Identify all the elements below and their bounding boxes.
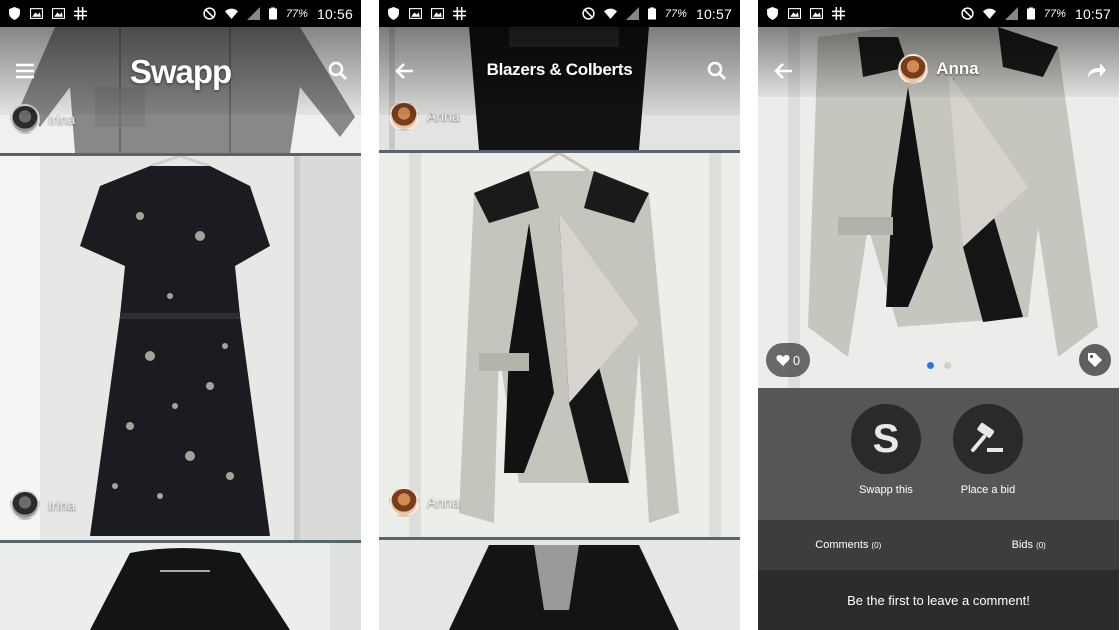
listing-photo[interactable]: [379, 540, 740, 630]
seller-name: Anna: [427, 494, 460, 510]
battery-percent: 77%: [1043, 7, 1066, 20]
hash-icon: [453, 7, 466, 20]
empty-comment-text: Be the first to leave a comment!: [847, 592, 1030, 608]
swapp-this-button[interactable]: S Swapp this: [841, 404, 931, 496]
signal-icon: [625, 7, 639, 20]
photo-pager: [758, 362, 1119, 369]
seller-badge[interactable]: Irina: [10, 490, 75, 520]
signal-icon: [1004, 7, 1018, 20]
jacket-image: [379, 153, 740, 537]
dnd-icon: [203, 7, 216, 20]
pager-dot[interactable]: [943, 362, 951, 369]
pager-dot[interactable]: [926, 362, 934, 369]
image-icon: [30, 8, 43, 19]
clock: 10:57: [1074, 5, 1111, 22]
listing-photo[interactable]: [379, 153, 740, 537]
image-icon: [810, 8, 823, 19]
black-top-image: [0, 543, 361, 630]
tab-comments-count: (0): [871, 540, 882, 550]
listing-photo[interactable]: [0, 543, 361, 630]
search-icon[interactable]: [327, 60, 349, 82]
tag-icon: [1088, 353, 1102, 367]
shield-icon: [767, 7, 778, 20]
signal-icon: [246, 7, 260, 20]
tag-button[interactable]: [1079, 344, 1111, 376]
battery-percent: 77%: [664, 7, 687, 20]
share-icon[interactable]: [1085, 60, 1107, 82]
battery-icon: [647, 7, 656, 20]
image-icon: [431, 8, 444, 19]
tab-bids-count: (0): [1036, 540, 1046, 550]
divider: [379, 537, 740, 540]
app-toolbar: Blazers & Colberts: [379, 27, 740, 115]
shield-icon: [9, 7, 20, 20]
floral-dress-image: [0, 156, 361, 540]
tab-comments-label: Comments: [815, 539, 869, 551]
screen-category: 77% 10:57 Blazers & Colberts Anna Anna: [379, 0, 740, 630]
app-toolbar: Anna: [758, 27, 1119, 97]
category-title: Blazers & Colberts: [486, 60, 633, 79]
avatar: [389, 487, 419, 517]
clock: 10:56: [316, 5, 353, 22]
battery-icon: [1026, 7, 1035, 20]
swapp-this-label: Swapp this: [859, 484, 913, 496]
hash-icon: [832, 7, 845, 20]
like-button[interactable]: 0: [766, 343, 810, 377]
wifi-icon: [603, 8, 617, 19]
dnd-icon: [582, 7, 595, 20]
screen-feed: 77% 10:56 Swapp Irina Irina: [0, 0, 361, 630]
image-icon: [788, 8, 801, 19]
image-icon: [52, 8, 65, 19]
screen-item-detail: 77% 10:57 Anna 0 S Swapp this Place a bi…: [758, 0, 1119, 630]
dnd-icon: [961, 7, 974, 20]
seller-name: Anna: [936, 59, 979, 78]
status-bar: 77% 10:56: [0, 0, 361, 27]
battery-icon: [268, 7, 277, 20]
black-blazer-image: [379, 540, 740, 630]
divider: [0, 153, 361, 156]
comment-prompt[interactable]: Be the first to leave a comment!: [758, 570, 1119, 630]
tab-comments[interactable]: Comments (0): [758, 520, 939, 570]
clock: 10:57: [695, 5, 732, 22]
search-icon[interactable]: [706, 60, 728, 82]
status-bar: 77% 10:57: [758, 0, 1119, 27]
divider: [379, 150, 740, 153]
tab-bids-label: Bids: [1011, 539, 1034, 551]
action-panel: S Swapp this Place a bid: [758, 388, 1119, 520]
wifi-icon: [982, 8, 996, 19]
battery-percent: 77%: [285, 7, 308, 20]
hash-icon: [74, 7, 87, 20]
avatar: [10, 490, 40, 520]
app-toolbar: Swapp: [0, 27, 361, 115]
place-bid-button[interactable]: Place a bid: [943, 404, 1033, 496]
seller-badge[interactable]: Anna: [389, 487, 460, 517]
avatar: [898, 54, 929, 84]
app-title: Swapp: [129, 53, 232, 90]
seller-name: Irina: [48, 497, 76, 513]
shield-icon: [388, 7, 399, 20]
image-icon: [409, 8, 422, 19]
seller-header[interactable]: Anna: [758, 54, 1119, 84]
detail-tabs: Comments (0) Bids (0): [758, 520, 1119, 570]
place-bid-label: Place a bid: [960, 484, 1016, 496]
gavel-icon: [953, 404, 1023, 474]
tab-bids[interactable]: Bids (0): [939, 520, 1120, 570]
listing-photo[interactable]: [0, 156, 361, 540]
status-bar: 77% 10:57: [379, 0, 740, 27]
wifi-icon: [224, 8, 238, 19]
swapp-icon: S: [851, 404, 921, 474]
divider: [0, 540, 361, 543]
